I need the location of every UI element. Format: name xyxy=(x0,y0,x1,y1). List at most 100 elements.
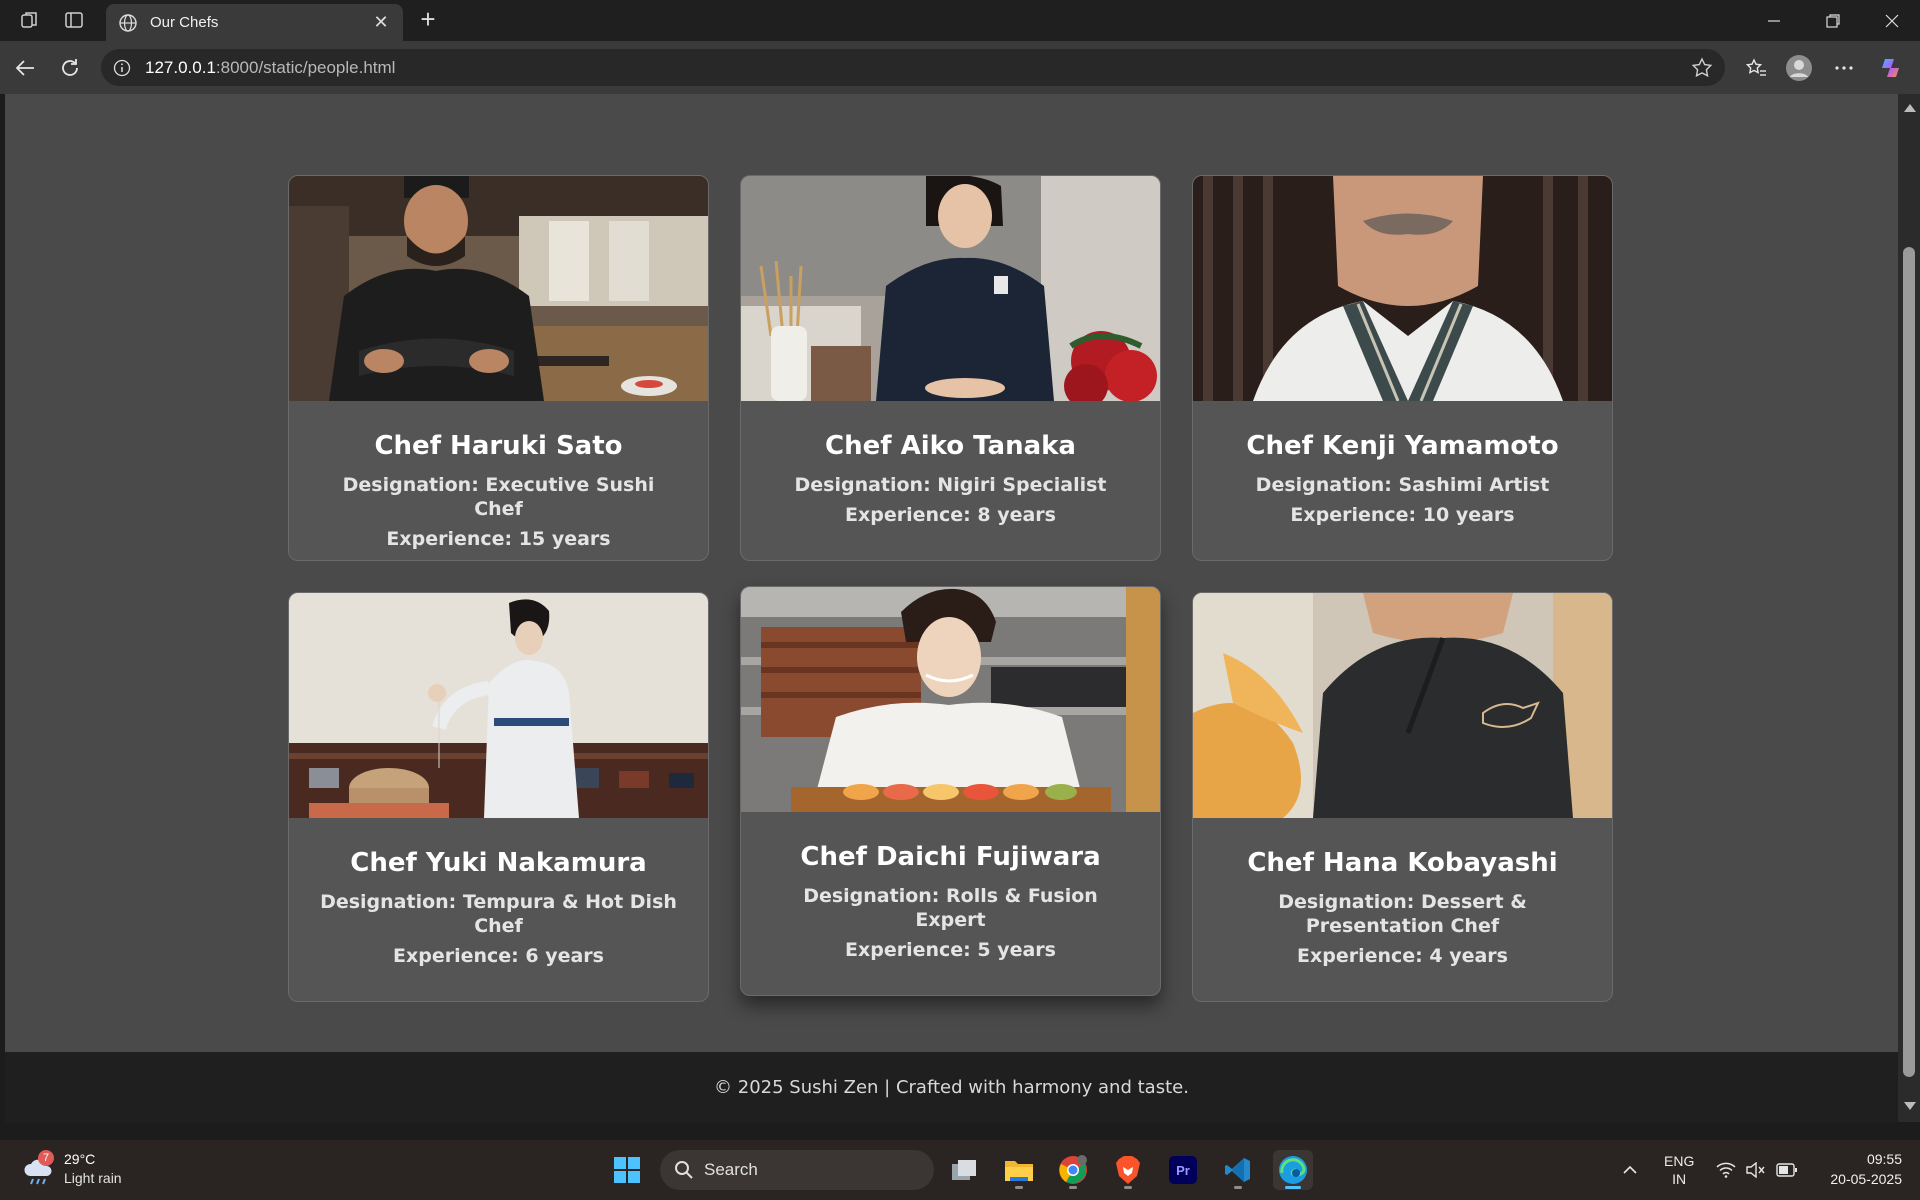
chrome-icon xyxy=(1059,1155,1087,1184)
chef-name: Chef Daichi Fujiwara xyxy=(800,842,1101,872)
language-indicator[interactable]: ENG IN xyxy=(1664,1140,1694,1200)
chef-designation: Designation: Rolls & Fusion Expert xyxy=(803,885,1098,931)
search-label: Search xyxy=(704,1160,758,1179)
profile-avatar-icon[interactable] xyxy=(1784,53,1814,83)
tab-bar: Our Chefs ✕ + xyxy=(0,0,1920,41)
favorite-star-icon[interactable] xyxy=(1691,57,1713,79)
new-tab-button[interactable]: + xyxy=(414,6,442,34)
copilot-icon[interactable] xyxy=(1877,53,1907,83)
chef-designation: Designation: Nigiri Specialist xyxy=(794,474,1107,496)
chef-name: Chef Hana Kobayashi xyxy=(1247,848,1558,878)
chef-card: Chef Hana Kobayashi Designation: Dessert… xyxy=(1192,592,1613,1002)
page-footer: © 2025 Sushi Zen | Crafted with harmony … xyxy=(5,1052,1898,1122)
lang-bottom: IN xyxy=(1672,1171,1687,1187)
url-field[interactable]: 127.0.0.1:8000/static/people.html xyxy=(101,49,1725,86)
scroll-thumb[interactable] xyxy=(1903,247,1915,1077)
task-view-button[interactable] xyxy=(944,1150,984,1190)
chef-name: Chef Aiko Tanaka xyxy=(825,431,1076,461)
reload-icon[interactable] xyxy=(55,53,85,83)
edge-icon xyxy=(1279,1156,1307,1184)
active-indicator xyxy=(1285,1186,1301,1189)
tab-our-chefs[interactable]: Our Chefs ✕ xyxy=(106,4,403,41)
scroll-down-icon[interactable] xyxy=(1904,1102,1916,1110)
battery-icon xyxy=(1776,1163,1797,1177)
minimize-button[interactable] xyxy=(1746,0,1802,41)
chef-photo-haruki-sato xyxy=(289,176,708,401)
wifi-icon xyxy=(1716,1162,1736,1178)
speaker-muted-icon xyxy=(1746,1162,1765,1178)
chef-card: Chef Haruki Sato Designation: Executive … xyxy=(288,175,709,561)
back-icon[interactable] xyxy=(10,53,40,83)
lang-top: ENG xyxy=(1664,1153,1695,1169)
brave-lion-icon xyxy=(1116,1156,1140,1184)
task-view-icon xyxy=(952,1160,976,1180)
svg-text:Pr: Pr xyxy=(1176,1163,1190,1178)
chef-photo-hana-kobayashi xyxy=(1193,593,1612,818)
chef-card: Chef Daichi Fujiwara Designation: Rolls … xyxy=(740,586,1161,996)
weather-condition: Light rain xyxy=(64,1170,122,1186)
globe-icon xyxy=(118,12,140,34)
clock-date: 20-05-2025 xyxy=(1830,1171,1902,1187)
close-window-button[interactable] xyxy=(1864,0,1920,41)
chef-designation: Designation: Executive Sushi Chef xyxy=(342,474,655,520)
premiere-pro-icon: Pr xyxy=(1169,1156,1197,1184)
page-viewport: Chef Haruki Sato Designation: Executive … xyxy=(5,94,1898,1122)
taskbar-search[interactable]: Search xyxy=(660,1150,934,1190)
chef-designation: Designation: Tempura & Hot Dish Chef xyxy=(320,891,677,937)
vertical-tabs-icon[interactable] xyxy=(60,7,88,33)
chevron-up-icon xyxy=(1623,1165,1637,1174)
clock-time: 09:55 xyxy=(1866,1151,1902,1167)
running-indicator xyxy=(1124,1186,1132,1189)
chef-experience: Experience: 15 years xyxy=(386,528,611,550)
restore-button[interactable] xyxy=(1805,0,1861,41)
address-bar: 127.0.0.1:8000/static/people.html xyxy=(0,41,1920,94)
chef-photo-yuki-nakamura xyxy=(289,593,708,818)
favorites-icon[interactable] xyxy=(1741,53,1771,83)
weather-widget[interactable]: 7 29°C Light rain xyxy=(22,1148,142,1192)
more-menu-icon[interactable] xyxy=(1829,53,1859,83)
workspaces-icon[interactable] xyxy=(16,7,44,33)
scroll-up-icon[interactable] xyxy=(1904,104,1916,112)
chef-card: Chef Kenji Yamamoto Designation: Sashimi… xyxy=(1192,175,1613,561)
start-button[interactable] xyxy=(607,1150,647,1190)
chef-experience: Experience: 6 years xyxy=(393,945,604,967)
windows-icon xyxy=(614,1157,640,1183)
url-text: 127.0.0.1:8000/static/people.html xyxy=(145,57,396,77)
taskbar: 7 29°C Light rain Search Pr ENG IN 09:55… xyxy=(0,1140,1920,1200)
weather-badge: 7 xyxy=(38,1150,54,1166)
brave-app[interactable] xyxy=(1108,1150,1148,1190)
running-indicator xyxy=(1234,1186,1242,1189)
vscode-app[interactable] xyxy=(1218,1150,1258,1190)
chef-experience: Experience: 10 years xyxy=(1290,504,1515,526)
running-indicator xyxy=(1069,1186,1077,1189)
chef-experience: Experience: 4 years xyxy=(1297,945,1508,967)
chef-designation: Designation: Dessert & Presentation Chef xyxy=(1278,891,1527,937)
weather-temp: 29°C xyxy=(64,1151,96,1167)
chef-photo-daichi-fujiwara xyxy=(741,587,1160,812)
file-explorer-app[interactable] xyxy=(999,1150,1039,1190)
search-icon xyxy=(675,1161,693,1179)
footer-text: © 2025 Sushi Zen | Crafted with harmony … xyxy=(714,1076,1189,1098)
running-indicator xyxy=(1015,1186,1023,1189)
chrome-app[interactable] xyxy=(1053,1150,1093,1190)
chef-photo-aiko-tanaka xyxy=(741,176,1160,401)
chef-designation: Designation: Sashimi Artist xyxy=(1255,474,1550,496)
chef-name: Chef Kenji Yamamoto xyxy=(1246,431,1559,461)
tab-title: Our Chefs xyxy=(150,14,219,31)
chef-name: Chef Yuki Nakamura xyxy=(350,848,647,878)
site-info-icon[interactable] xyxy=(113,58,133,78)
tab-close-icon[interactable]: ✕ xyxy=(371,12,391,33)
chef-experience: Experience: 8 years xyxy=(845,504,1056,526)
hidden-icons-chevron[interactable] xyxy=(1622,1140,1638,1200)
chef-card: Chef Yuki Nakamura Designation: Tempura … xyxy=(288,592,709,1002)
clock[interactable]: 09:55 20-05-2025 xyxy=(1830,1149,1902,1189)
chef-name: Chef Haruki Sato xyxy=(374,431,623,461)
premiere-pro-app[interactable]: Pr xyxy=(1163,1150,1203,1190)
system-tray[interactable] xyxy=(1716,1140,1798,1200)
folder-icon xyxy=(1005,1161,1033,1181)
page-scrollbar[interactable] xyxy=(1898,94,1920,1122)
chef-photo-kenji-yamamoto xyxy=(1193,176,1612,401)
vscode-icon xyxy=(1225,1158,1250,1182)
chef-card: Chef Aiko Tanaka Designation: Nigiri Spe… xyxy=(740,175,1161,561)
edge-app[interactable] xyxy=(1273,1150,1313,1190)
